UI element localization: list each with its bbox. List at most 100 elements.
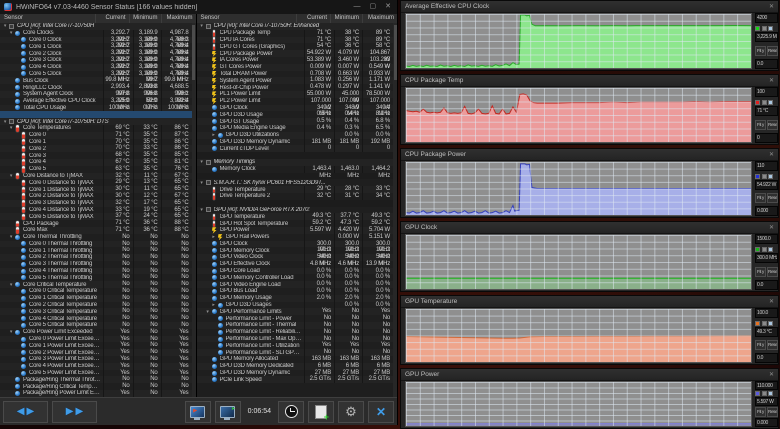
section-header-row[interactable]: ▾ CPU [#0]: Intel Core i7-10750H: DTS	[0, 118, 192, 125]
sensor-row[interactable]: GPU D3D Usage 0.5 % 0.4 % 8.1 %	[196, 111, 393, 119]
sensor-row[interactable]: Core 5 Power Limit Exceeded Yes No Yes	[0, 369, 192, 377]
scrollbar[interactable]	[393, 23, 397, 397]
separator-row[interactable]	[196, 152, 393, 159]
fit-y-button[interactable]: Fit y	[755, 45, 766, 56]
close-button[interactable]: ✕	[385, 1, 391, 13]
sensor-row[interactable]: Core 1 Clock 3,292.7 MHz 3,189.9 MHz 4,789.…	[0, 43, 192, 56]
settings-button[interactable]: ⚙	[338, 400, 364, 423]
sensor-row[interactable]: Core 3 Critical Temperature No No No	[0, 308, 192, 316]
sensor-row[interactable]: Core 3 Clock 3,292.7 MHz 3,189.9 MHz 4,789.…	[0, 56, 192, 70]
graph-plot-area[interactable]	[405, 234, 752, 290]
sensor-row[interactable]: Core 2 Clock 3,292.7 MHz 3,189.9 MHz 4,789.…	[0, 50, 192, 63]
sensor-row[interactable]: Core 5 Distance to TjMAX 37 °C 24 °C 65 °C	[0, 213, 192, 221]
section-header-row[interactable]: ▾ S.M.A.R.T.: SK hynix PC601 HFS512GD9T..…	[196, 179, 393, 187]
scrollbar[interactable]	[191, 23, 196, 397]
graph-plot-area[interactable]	[405, 161, 752, 216]
sensor-row[interactable]: PL1 Power Limit 55.000 W 45.000 W 78.500 W	[196, 90, 393, 104]
sensor-row[interactable]: GT Cores Power 0.009 W 0.007 W 0.549 W	[196, 63, 393, 71]
section-header-row[interactable]: ▾ Memory Timings	[196, 158, 393, 166]
sensor-row[interactable]: GPU Clock 349.2 MHz 348.9 MHz 349.4 MHz	[196, 104, 393, 117]
y-axis-max-input[interactable]: 110	[755, 161, 778, 171]
y-axis-min-input[interactable]: 0.0	[755, 58, 778, 69]
sensor-row[interactable]: Core 2 70 °C 33 °C 86 °C	[0, 145, 192, 153]
graph-titlebar[interactable]: GPU Clock ✕	[401, 222, 778, 234]
graph-titlebar[interactable]: CPU Package Temp ✕	[401, 75, 778, 87]
sensor-row[interactable]: GPU Memory Controller Load 0.0 % 0.0 % 0.0 …	[196, 274, 393, 282]
sensor-row[interactable]: Core 3 68 °C 35 °C 85 °C	[0, 152, 192, 159]
reset-button[interactable]: Reset	[767, 45, 778, 56]
sensor-row[interactable]: Current cTDP Level 0 0 0	[196, 145, 393, 153]
sensor-row[interactable]: Core 0 Critical Temperature No No No	[0, 288, 192, 295]
close-sensors-button[interactable]: ✕	[368, 400, 394, 423]
collapse-columns-button[interactable]: ◀ ▶	[3, 400, 48, 423]
sensor-row[interactable]: GPU D3D Memory Dedicated 6 MB 6 MB 6 MB	[196, 362, 393, 370]
sensor-row[interactable]: Core 1 70 °C 35 °C 86 °C	[0, 138, 192, 146]
sensor-row[interactable]: Core 5 Clock 3,292.7 MHz 3,189.9 MHz 4,789.…	[0, 70, 192, 83]
sensor-row[interactable]: ▸ GPU D3D Usages 0.0 % 0.0 %	[196, 301, 393, 309]
sensor-row[interactable]: System Agent Clock 997.8 MHz 996.8 MHz 998.…	[0, 90, 192, 104]
graph-close-icon[interactable]: ✕	[769, 3, 774, 10]
y-axis-min-input[interactable]: 0.0	[755, 279, 778, 290]
sensor-row[interactable]: Drive Temperature 29 °C 28 °C 33 °C	[196, 186, 393, 193]
sensor-row[interactable]: GPU GT Usage 0.5 % 0.4 % 6.8 %	[196, 118, 393, 125]
sensor-row[interactable]: Core 2 Power Limit Exceeded Yes No Yes	[0, 349, 192, 357]
sensor-row[interactable]: GPU Effective Clock 4.8 MHz 4.6 MHz 13.9 MH…	[196, 260, 393, 268]
reset-button[interactable]: Reset	[767, 407, 778, 417]
sensor-row[interactable]: Performance Limit - Power No No No	[196, 315, 393, 323]
sensor-row[interactable]: Performance Limit - Utilization Yes Yes Yes	[196, 342, 393, 350]
sensor-row[interactable]: Core 3 Power Limit Exceeded Yes No Yes	[0, 356, 192, 363]
sensor-row[interactable]: Performance Limit - Max Operating Vol...…	[196, 335, 393, 343]
sensor-row[interactable]: Performance Limit - SLI GPUBoost SyncNoN…	[196, 349, 393, 357]
sensor-row[interactable]: ▾ GPU Performance Limits Yes No Yes	[196, 308, 393, 316]
remote-monitoring-button[interactable]	[214, 400, 241, 423]
sensor-row[interactable]: Core 1 Thermal Throttling No No No	[0, 247, 192, 255]
sensor-row[interactable]: PCIe Link Speed 2.5 GT/s 2.5 GT/s 2.5 GT/s	[196, 376, 393, 384]
sensor-row[interactable]: PL2 Power Limit 107.000 W 107.000 W 107.000…	[196, 97, 393, 111]
graph-close-icon[interactable]: ✕	[769, 371, 774, 378]
separator-row[interactable]	[196, 199, 393, 207]
section-header-row[interactable]: ▾ CPU [#0]: Intel Core i7-10750H	[0, 23, 192, 30]
sensor-row[interactable]: ▾ Core Distance to TjMAX 32 °C 11 °C 67 °C	[0, 172, 192, 180]
y-axis-min-input[interactable]: 0.000	[755, 418, 778, 427]
maximize-button[interactable]: ▢	[370, 1, 377, 13]
sensor-row[interactable]: Core 4 Clock 3,292.7 MHz 3,189.9 MHz 4,789.…	[0, 63, 192, 77]
sensor-row[interactable]: Core 5 Thermal Throttling No No No	[0, 274, 192, 282]
sensor-row[interactable]: Average Effective CPU Clock 3,225.9 MHz 52…	[0, 97, 192, 111]
window-titlebar[interactable]: HWiNFO64 v7.03-4460 Sensor Status [166 v…	[0, 0, 397, 15]
sensor-row[interactable]: Core 4 Power Limit Exceeded Yes No Yes	[0, 362, 192, 370]
minimize-button[interactable]: —	[354, 1, 361, 13]
sensor-row[interactable]: Package/Ring Critical Temperature No No No	[0, 383, 192, 391]
section-header-row[interactable]: ▾ CPU [#0]: Intel Core i7-10750H: Enhance…	[196, 23, 393, 30]
sensor-row[interactable]: GPU Bus Load 0.0 % 0.0 % 0.0 %	[196, 288, 393, 295]
y-axis-min-input[interactable]: 0.0	[755, 353, 778, 363]
expand-columns-button[interactable]: ▶ ▶	[52, 400, 97, 423]
graph-titlebar[interactable]: GPU Temperature ✕	[401, 296, 778, 308]
y-axis-min-input[interactable]: 0.000	[755, 206, 778, 216]
scrollbar-thumb[interactable]	[393, 25, 397, 80]
y-axis-max-input[interactable]: 1500.0	[755, 234, 778, 244]
sensor-row[interactable]: ▾ Core Thermal Throttling No No No	[0, 233, 192, 241]
sensor-row[interactable]: GPU Memory Clock 101.3 MHz 101.3 MHz 101.3 …	[196, 247, 393, 260]
reset-button[interactable]: Reset	[767, 266, 778, 277]
sensor-row[interactable]: IA Cores Power 53.389 W 3.460 W 103.283 W	[196, 56, 393, 70]
sensor-row[interactable]: Core 4 Critical Temperature No No No	[0, 315, 192, 323]
reset-button[interactable]: Reset	[767, 340, 778, 350]
sensor-row[interactable]: GPU D3D Memory Dynamic 27 MB 27 MB 27 MB	[196, 369, 393, 377]
sensor-row[interactable]: Bus Clock 99.8 MHz 99.7 MHz 99.8 MHz	[0, 77, 192, 90]
sensor-row[interactable]: System Agent Power 1.083 W 0.256 W 1.171 W	[196, 77, 393, 85]
graph-plot-area[interactable]	[405, 13, 752, 69]
graph-close-icon[interactable]: ✕	[769, 151, 774, 158]
fit-y-button[interactable]: Fit y	[755, 266, 766, 277]
sensor-row[interactable]: Core 3 Distance to TjMAX 32 °C 17 °C 65 °C	[0, 199, 192, 207]
sensor-row[interactable]: Total CPU Usage 100.0 % 0.7 % 100.0 %	[0, 104, 192, 112]
fit-y-button[interactable]: Fit y	[755, 407, 766, 417]
sensor-row[interactable]: GPU Media Engine Usage 0.4 % 0.3 % 6.5 %	[196, 124, 393, 132]
sensor-row[interactable]: Core 4 67 °C 35 °C 81 °C	[0, 158, 192, 166]
sensor-row[interactable]: Core 3 Thermal Throttling No No No	[0, 260, 192, 268]
sensor-row[interactable]: Core 0 Power Limit Exceeded Yes No Yes	[0, 335, 192, 343]
sensor-row[interactable]: Core 2 Critical Temperature No No No	[0, 301, 192, 309]
y-axis-max-input[interactable]: 110.000	[755, 381, 778, 390]
sensor-row[interactable]: Core 5 63 °C 35 °C 76 °C	[0, 165, 192, 173]
sensor-row[interactable]: Total DRAM Power 0.708 W 0.663 W 0.933 W	[196, 70, 393, 78]
monitoring-window-button[interactable]	[184, 400, 211, 423]
